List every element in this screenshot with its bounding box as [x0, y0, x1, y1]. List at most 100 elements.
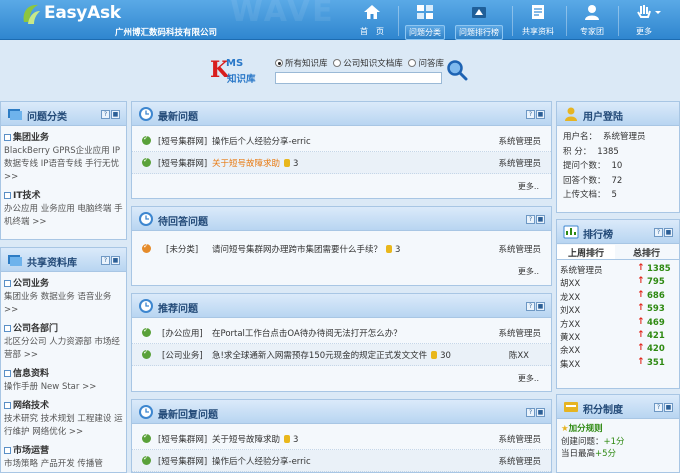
ranking-user[interactable]: 胡XX	[560, 277, 580, 289]
question-category[interactable]: [办公应用]	[162, 327, 203, 339]
collapse-icon[interactable]: ■	[111, 256, 120, 265]
question-title-wrap[interactable]: 关于短号故障求助 3	[212, 157, 298, 169]
radio-label: 所有知识库	[285, 59, 328, 69]
points-rule-heading-text: 加分规则	[568, 424, 603, 434]
collapse-icon[interactable]: ■	[536, 408, 545, 417]
ranking-user[interactable]: 黄XX	[560, 331, 580, 343]
shared-links[interactable]: 北区分公司 人力资源部 市场经营部 >>	[1, 334, 126, 362]
nav-ranking[interactable]: 问题排行榜	[454, 0, 504, 40]
ranking-row[interactable]: 刘XX ↑ 593	[557, 303, 679, 316]
help-icon[interactable]: ?	[101, 110, 110, 119]
question-title[interactable]: 急!求全球通新入网需预存150元现金的规定正式发文文件	[212, 351, 427, 361]
question-user[interactable]: 系统管理员	[498, 455, 541, 467]
more-link[interactable]: 更多..	[518, 181, 539, 192]
nav-more[interactable]: 更多	[626, 0, 662, 40]
nav-experts[interactable]: 专家团	[574, 0, 610, 40]
collapse-icon[interactable]: ■	[664, 228, 673, 237]
question-user[interactable]: 陈XX	[509, 349, 529, 361]
shared-links[interactable]: 技术研究 技术规划 工程建设 运行维护 网络优化 >>	[1, 411, 126, 439]
question-title[interactable]: 请问短号集群网办理跨市集团需要什么手续？	[212, 245, 382, 255]
coin-icon	[431, 351, 438, 359]
help-icon[interactable]: ?	[526, 110, 535, 119]
ranking-user[interactable]: 方XX	[560, 318, 580, 330]
question-category[interactable]: [短号集群网]	[158, 135, 207, 147]
ranking-row[interactable]: 系统管理员 ↑ 1385	[557, 263, 679, 276]
tab-total-ranking[interactable]: 总排行	[633, 246, 660, 259]
question-user[interactable]: 系统管理员	[498, 243, 541, 255]
help-icon[interactable]: ?	[654, 403, 663, 412]
question-row[interactable]: [短号集群网] 操作后个人经验分享-erric 系统管理员	[132, 130, 551, 152]
shared-group-title[interactable]: 公司各部门	[1, 321, 126, 334]
shared-links[interactable]: 集团业务 数据业务 语音业务 >>	[1, 289, 126, 317]
nav-shared-docs[interactable]: 共享资料	[518, 0, 558, 40]
ranking-user[interactable]: 余XX	[560, 344, 580, 356]
collapse-icon[interactable]: ■	[536, 215, 545, 224]
shared-links[interactable]: 操作手册 New Star >>	[1, 379, 126, 394]
category-group-title[interactable]: IT技术	[1, 188, 126, 201]
search-icon[interactable]	[446, 59, 468, 81]
shared-links[interactable]: 市场策略 产品开发 传播管	[1, 456, 126, 471]
question-title[interactable]: 在Portal工作台点击OA待办待阅无法打开怎么办？	[212, 327, 402, 339]
category-links[interactable]: BlackBerry GPRS企业应用 IP数据专线 IP语音专线 手行无忧 >…	[1, 143, 126, 184]
help-icon[interactable]: ?	[526, 302, 535, 311]
ranking-user[interactable]: 刘XX	[560, 304, 580, 316]
help-icon[interactable]: ?	[101, 256, 110, 265]
ranking-user[interactable]: 集XX	[560, 358, 580, 370]
question-row[interactable]: [短号集群网] 操作后个人经验分享-erric 系统管理员	[132, 450, 551, 472]
radio-all-kb[interactable]: 所有知识库	[275, 57, 328, 69]
question-title-wrap[interactable]: 关于短号故障求助 3	[212, 433, 298, 445]
question-category[interactable]: [短号集群网]	[158, 157, 207, 169]
collapse-icon[interactable]: ■	[536, 110, 545, 119]
question-title-wrap[interactable]: 请问短号集群网办理跨市集团需要什么手续？ 3	[212, 243, 400, 255]
ranking-row[interactable]: 集XX ↑ 351	[557, 357, 679, 370]
question-category[interactable]: [短号集群网]	[158, 433, 207, 445]
tab-weekly-ranking[interactable]: 上周排行	[557, 245, 615, 259]
ranking-score: 795	[647, 277, 665, 288]
shared-group-title[interactable]: 公司业务	[1, 276, 126, 289]
question-category[interactable]: [公司业务]	[162, 349, 203, 361]
question-title[interactable]: 关于短号故障求助	[212, 159, 280, 169]
ranking-row[interactable]: 胡XX ↑ 795	[557, 276, 679, 289]
category-group-title[interactable]: 集团业务	[1, 130, 126, 143]
ranking-user[interactable]: 龙XX	[560, 291, 580, 303]
shared-group-title[interactable]: 信息资料	[1, 366, 126, 379]
question-row[interactable]: [短号集群网] 关于短号故障求助 3 系统管理员	[132, 428, 551, 450]
question-row[interactable]: [短号集群网] 关于短号故障求助 3 系统管理员	[132, 152, 551, 174]
search-input[interactable]	[275, 72, 442, 84]
ranking-row[interactable]: 黄XX ↑ 421	[557, 330, 679, 343]
question-row[interactable]: [公司业务] 急!求全球通新入网需预存150元现金的规定正式发文文件 30 陈XX	[132, 344, 551, 366]
question-title[interactable]: 关于短号故障求助	[212, 435, 280, 445]
help-icon[interactable]: ?	[526, 408, 535, 417]
radio-company-docs[interactable]: 公司知识文档库	[333, 57, 403, 69]
question-title[interactable]: 操作后个人经验分享-erric	[212, 455, 311, 467]
question-row[interactable]: [办公应用] 在Portal工作台点击OA待办待阅无法打开怎么办？ 系统管理员	[132, 322, 551, 344]
category-links[interactable]: 办公应用 业务应用 电脑终端 手机终端 >>	[1, 201, 126, 229]
shared-group-title[interactable]: 市场运营	[1, 443, 126, 456]
ranking-row[interactable]: 龙XX ↑ 686	[557, 290, 679, 303]
collapse-icon[interactable]: ■	[664, 403, 673, 412]
ranking-row[interactable]: 方XX ↑ 469	[557, 317, 679, 330]
collapse-icon[interactable]: ■	[111, 110, 120, 119]
coin-icon	[386, 245, 393, 253]
more-link[interactable]: 更多..	[518, 373, 539, 384]
app-logo[interactable]: EasyAsk	[20, 2, 140, 26]
nav-categories[interactable]: 问题分类	[405, 0, 445, 40]
nav-home[interactable]: 首 页	[355, 0, 389, 40]
question-category[interactable]: [短号集群网]	[158, 455, 207, 467]
question-row[interactable]: [未分类] 请问短号集群网办理跨市集团需要什么手续？ 3 系统管理员	[132, 238, 551, 260]
collapse-icon[interactable]: ■	[536, 302, 545, 311]
question-category[interactable]: [未分类]	[166, 243, 198, 255]
more-link[interactable]: 更多..	[518, 266, 539, 277]
help-icon[interactable]: ?	[526, 215, 535, 224]
question-user[interactable]: 系统管理员	[498, 433, 541, 445]
ranking-row[interactable]: 余XX ↑ 420	[557, 343, 679, 356]
question-user[interactable]: 系统管理员	[498, 157, 541, 169]
question-user[interactable]: 系统管理员	[498, 135, 541, 147]
question-title[interactable]: 操作后个人经验分享-erric	[212, 135, 311, 147]
help-icon[interactable]: ?	[654, 228, 663, 237]
question-user[interactable]: 系统管理员	[498, 327, 541, 339]
question-title-wrap[interactable]: 急!求全球通新入网需预存150元现金的规定正式发文文件 30	[212, 349, 451, 361]
radio-qa-kb[interactable]: 问答库	[408, 57, 444, 69]
shared-group-title[interactable]: 网络技术	[1, 398, 126, 411]
ranking-user[interactable]: 系统管理员	[560, 264, 603, 276]
